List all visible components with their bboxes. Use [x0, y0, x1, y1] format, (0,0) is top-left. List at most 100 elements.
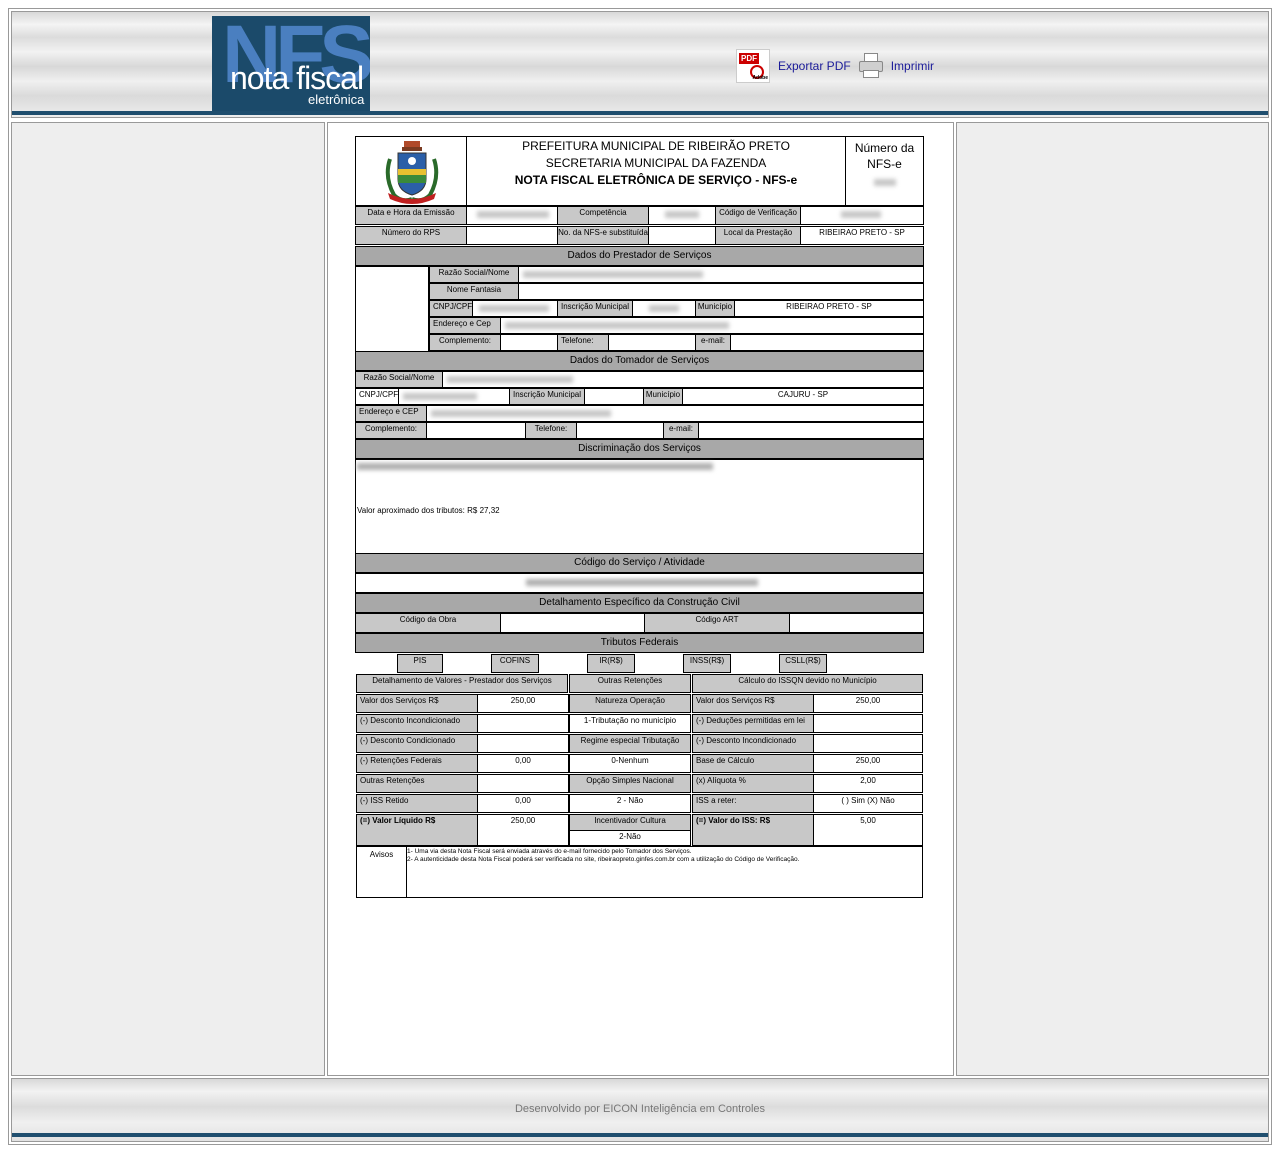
cofins-label: COFINS — [491, 654, 539, 673]
codigo-servico-section-title: Código do Serviço / Atividade — [355, 553, 924, 573]
tomador-telefone-value — [576, 422, 664, 439]
left-panel — [11, 122, 325, 1076]
iss-reter-label: ISS a reter: — [692, 794, 814, 813]
avisos-line-1: 1- Uma via desta Nota Fiscal será enviad… — [407, 848, 692, 855]
avisos-label: Avisos — [357, 847, 407, 897]
iss-retido-label: (-) ISS Retido — [356, 794, 478, 813]
iss-reter-value: ( ) Sim (X) Não — [813, 794, 923, 813]
regime-especial-value: 0-Nenhum — [569, 754, 691, 773]
title-cell: PREFEITURA MUNICIPAL DE RIBEIRÃO PRETO S… — [466, 136, 846, 206]
prestador-endereco-value — [500, 317, 924, 334]
valores-servicos-value: 250,00 — [477, 694, 569, 713]
tomador-im-value — [584, 388, 644, 405]
outras-retencoes-label: Outras Retenções — [356, 774, 478, 793]
natureza-operacao-label: Natureza Operação — [569, 694, 691, 713]
codigo-verificacao-value — [800, 206, 924, 225]
regime-especial-label: Regime especial Tributação — [569, 734, 691, 753]
prestador-im-label: Inscrição Municipal — [557, 300, 633, 317]
prestador-telefone-value — [608, 334, 696, 351]
prestador-municipio-label: Município — [695, 300, 735, 317]
valores-col2-title: Outras Retenções — [569, 674, 691, 693]
discriminacao-box: Valor aproximado dos tributos: R$ 27,32 — [355, 459, 924, 554]
tomador-municipio-value: CAJURU - SP — [682, 388, 924, 405]
tomador-cnpj-label: CNPJ/CPF — [355, 388, 399, 405]
header-divider — [12, 111, 1268, 115]
codigo-verificacao-label: Código de Verificação — [715, 206, 801, 225]
valores-col1-title: Detalhamento de Valores - Prestador dos … — [356, 674, 568, 693]
pdf-icon[interactable]: PDF Adobe — [736, 49, 770, 83]
right-panel — [956, 122, 1269, 1076]
prestador-email-value — [730, 334, 924, 351]
competencia-value — [648, 206, 716, 225]
codigo-art-label: Código ART — [644, 613, 790, 633]
printer-icon[interactable] — [858, 53, 883, 79]
prestador-cnpj-value — [472, 300, 558, 317]
prestador-telefone-label: Telefone: — [557, 334, 609, 351]
valores-col3-title: Cálculo do ISSQN devido no Município — [692, 674, 923, 693]
issqn-desconto-value — [813, 734, 923, 753]
issqn-valor-servicos-label: Valor dos Serviços R$ — [692, 694, 814, 713]
deducoes-label: (-) Deduções permitidas em lei — [692, 714, 814, 733]
pis-label: PIS — [397, 654, 443, 673]
aliquota-label: (x) Alíquota % — [692, 774, 814, 793]
nfs-logo: NFS nota fiscal eletrônica — [212, 16, 370, 112]
prestador-complemento-value — [500, 334, 558, 351]
discriminacao-section-title: Discriminação dos Serviços — [355, 439, 924, 459]
tomador-email-value — [698, 422, 924, 439]
prestador-email-label: e-mail: — [695, 334, 731, 351]
codigo-art-value — [789, 613, 924, 633]
prestador-razao-label: Razão Social/Nome — [429, 266, 519, 283]
prestador-complemento-label: Complemento: — [429, 334, 501, 351]
codigo-obra-value — [500, 613, 645, 633]
prestador-fantasia-label: Nome Fantasia — [429, 283, 519, 300]
issqn-valor-servicos-value: 250,00 — [813, 694, 923, 713]
valor-iss-label: (=) Valor do ISS: R$ — [692, 814, 814, 846]
tomador-razao-label: Razão Social/Nome — [355, 371, 443, 388]
base-calculo-label: Base de Cálculo — [692, 754, 814, 773]
prestador-cnpj-label: CNPJ/CPF — [429, 300, 473, 317]
numero-rps-value — [466, 226, 558, 245]
tomador-cnpj-value — [398, 388, 510, 405]
issqn-desconto-label: (-) Desconto Incondicionado — [692, 734, 814, 753]
retencoes-federais-value: 0,00 — [477, 754, 569, 773]
codigo-servico-box — [355, 573, 924, 593]
retencoes-federais-label: (-) Retenções Federais — [356, 754, 478, 773]
tributos-aproximados: Valor aproximado dos tributos: R$ 27,32 — [357, 506, 500, 515]
tomador-complemento-value — [426, 422, 526, 439]
inss-label: INSS(R$) — [683, 654, 731, 673]
secretaria-title: SECRETARIA MUNICIPAL DA FAZENDA — [545, 156, 767, 170]
desconto-incondicionado-value — [477, 714, 569, 733]
construcao-section-title: Detalhamento Específico da Construção Ci… — [355, 593, 924, 613]
tomador-section-title: Dados do Tomador de Serviços — [355, 351, 924, 371]
codigo-obra-label: Código da Obra — [355, 613, 501, 633]
desconto-condicionado-label: (-) Desconto Condicionado — [356, 734, 478, 753]
prestador-logo-area — [355, 266, 429, 352]
simples-nacional-label: Opção Simples Nacional — [569, 774, 691, 793]
footer-credits: Desenvolvido por EICON Inteligência em C… — [514, 1103, 766, 1115]
tomador-telefone-label: Telefone: — [525, 422, 577, 439]
local-prestacao-value: RIBEIRAO PRETO - SP — [800, 226, 924, 245]
prestador-fantasia-value — [518, 283, 924, 300]
tomador-municipio-label: Município — [643, 388, 683, 405]
adobe-brand: Adobe — [752, 75, 768, 81]
footer: Desenvolvido por EICON Inteligência em C… — [11, 1078, 1269, 1142]
incentivador-cultura-label: Incentivador Cultura — [569, 814, 691, 831]
nfse-substituida-value — [648, 226, 716, 245]
print-link[interactable]: Imprimir — [891, 59, 934, 73]
avisos-line-2: 2- A autenticidade desta Nota Fiscal pod… — [407, 856, 800, 863]
local-prestacao-label: Local da Prestação — [715, 226, 801, 245]
prestador-municipio-value: RIBEIRAO PRETO - SP — [734, 300, 924, 317]
tomador-endereco-label: Endereço e CEP — [355, 405, 427, 422]
natureza-operacao-value: 1-Tributação no município — [569, 714, 691, 733]
export-pdf-link[interactable]: Exportar PDF — [778, 59, 851, 73]
incentivador-cultura-value: 2-Não — [569, 830, 691, 846]
data-emissao-value — [466, 206, 558, 225]
iss-retido-value: 0,00 — [477, 794, 569, 813]
logo-eletronica: eletrônica — [308, 92, 365, 107]
nfse-substituida-label: No. da NFS-e substituída — [557, 226, 649, 245]
numero-nfse-cell: Número da NFS-e — [845, 136, 924, 206]
tomador-im-label: Inscrição Municipal — [509, 388, 585, 405]
nota-fiscal-title: NOTA FISCAL ELETRÔNICA DE SERVIÇO - NFS-… — [514, 173, 798, 187]
desconto-condicionado-value — [477, 734, 569, 753]
csll-label: CSLL(R$) — [779, 654, 827, 673]
